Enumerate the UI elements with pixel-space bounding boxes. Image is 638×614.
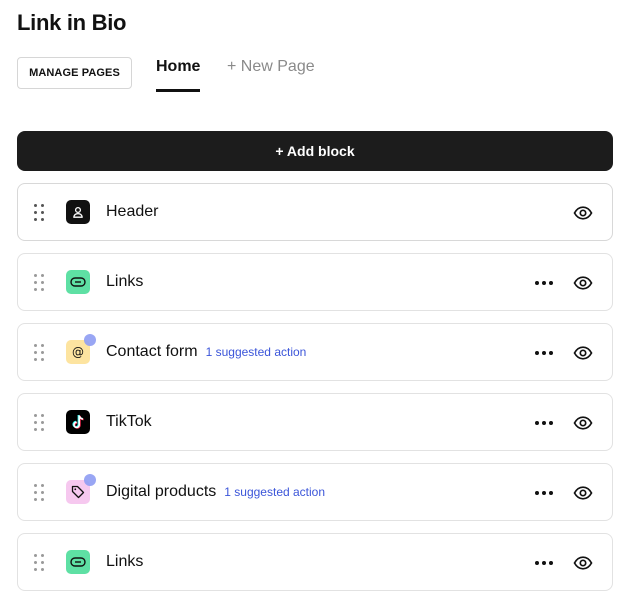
visibility-eye-icon[interactable] bbox=[572, 412, 594, 434]
notification-dot bbox=[84, 334, 96, 346]
drag-handle-icon[interactable] bbox=[34, 484, 46, 502]
at-sign-icon: @ bbox=[66, 334, 96, 364]
drag-handle-icon[interactable] bbox=[34, 274, 46, 292]
block-label: Contact form 1 suggested action bbox=[106, 343, 307, 360]
notification-dot bbox=[84, 474, 96, 486]
block-header[interactable]: Header bbox=[17, 183, 613, 241]
tiktok-icon bbox=[66, 410, 90, 434]
drag-handle-icon[interactable] bbox=[34, 204, 46, 222]
manage-pages-button[interactable]: MANAGE PAGES bbox=[17, 57, 132, 89]
page-title: Link in Bio bbox=[17, 10, 127, 35]
more-options-icon[interactable] bbox=[534, 273, 554, 293]
drag-handle-icon[interactable] bbox=[34, 554, 46, 572]
tab-home[interactable]: Home bbox=[156, 58, 201, 92]
more-options-icon[interactable] bbox=[534, 413, 554, 433]
tab-new-page[interactable]: + New Page bbox=[227, 58, 315, 92]
visibility-eye-icon[interactable] bbox=[572, 272, 594, 294]
suggested-action-link[interactable]: 1 suggested action bbox=[206, 345, 307, 359]
block-label: Links bbox=[106, 553, 144, 570]
add-block-button[interactable]: + Add block bbox=[17, 131, 613, 171]
more-options-icon[interactable] bbox=[534, 343, 554, 363]
more-options-icon[interactable] bbox=[534, 483, 554, 503]
drag-handle-icon[interactable] bbox=[34, 414, 46, 432]
drag-handle-icon[interactable] bbox=[34, 344, 46, 362]
block-label: Links bbox=[106, 273, 144, 290]
visibility-eye-icon[interactable] bbox=[572, 342, 594, 364]
person-icon bbox=[66, 200, 90, 224]
visibility-eye-icon[interactable] bbox=[572, 482, 594, 504]
block-links-2[interactable]: Links bbox=[17, 533, 613, 591]
block-digital-products[interactable]: Digital products 1 suggested action bbox=[17, 463, 613, 521]
link-icon bbox=[66, 270, 90, 294]
link-icon bbox=[66, 550, 90, 574]
block-label: TikTok bbox=[106, 413, 152, 430]
visibility-eye-icon[interactable] bbox=[572, 552, 594, 574]
block-label: Header bbox=[106, 203, 159, 220]
block-contact-form[interactable]: @ Contact form 1 suggested action bbox=[17, 323, 613, 381]
block-tiktok[interactable]: TikTok bbox=[17, 393, 613, 451]
more-options-icon[interactable] bbox=[534, 553, 554, 573]
tag-icon bbox=[66, 474, 96, 504]
block-label: Digital products 1 suggested action bbox=[106, 483, 326, 500]
suggested-action-link[interactable]: 1 suggested action bbox=[224, 485, 325, 499]
block-links[interactable]: Links bbox=[17, 253, 613, 311]
visibility-eye-icon[interactable] bbox=[572, 202, 594, 224]
